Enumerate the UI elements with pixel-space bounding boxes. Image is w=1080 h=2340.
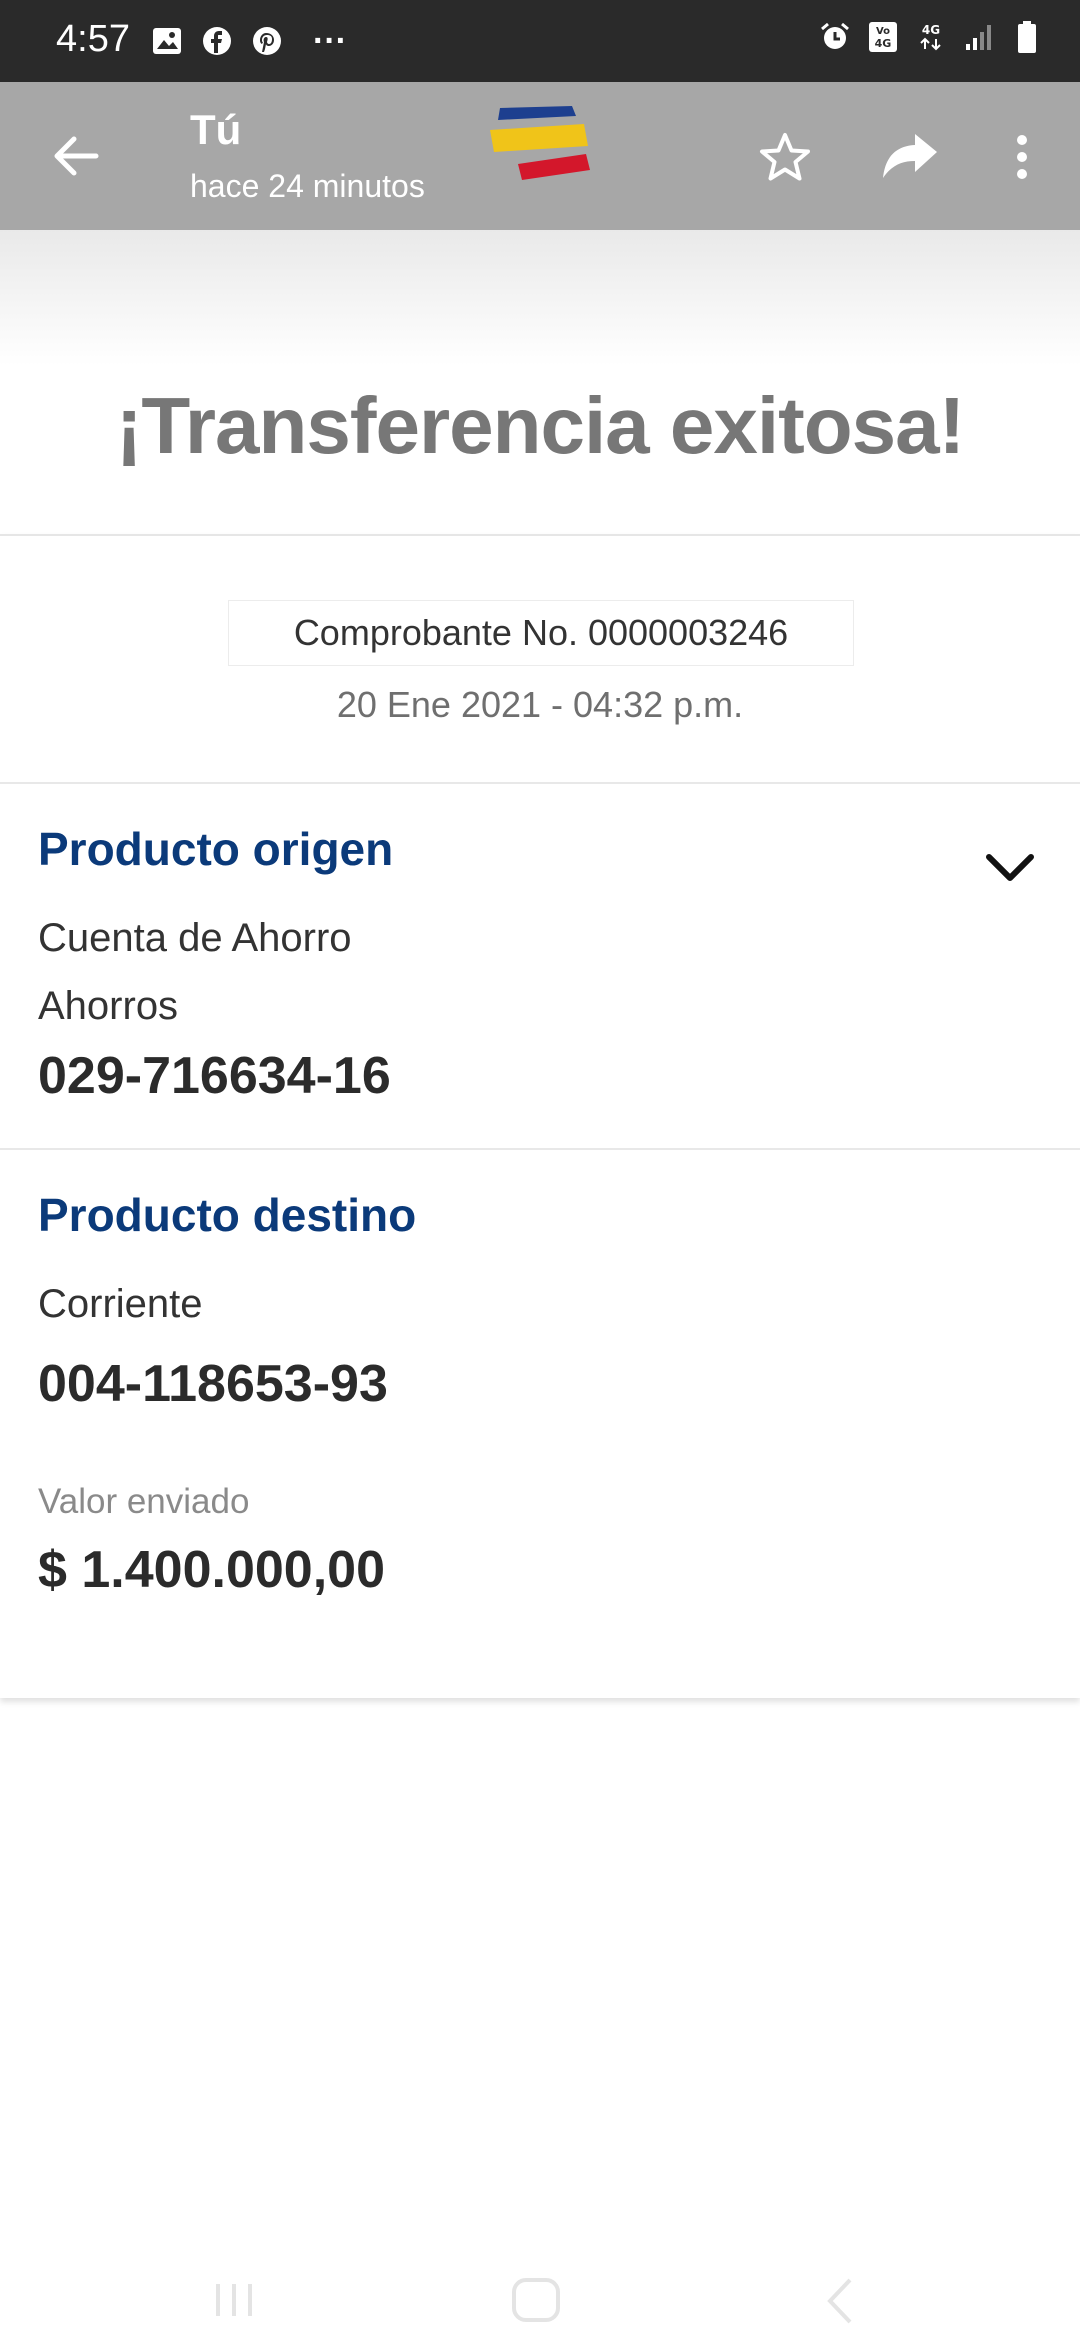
more-options-button[interactable] [1000, 124, 1044, 190]
svg-text:Vo: Vo [876, 26, 890, 37]
more-dots-icon: ··· [313, 21, 347, 60]
image-icon [150, 24, 184, 58]
forward-button[interactable] [874, 124, 946, 190]
divider [0, 1148, 1080, 1150]
success-title: ¡Transferencia exitosa! [115, 381, 965, 470]
battery-icon [1010, 20, 1044, 54]
receipt-number: Comprobante No. 0000003246 [228, 600, 854, 666]
destination-section-title: Producto destino [38, 1189, 417, 1241]
arrow-left-icon [54, 136, 99, 176]
alarm-icon [818, 20, 852, 54]
system-back-button[interactable] [820, 2276, 860, 2326]
destination-account-number: 004-118653-93 [38, 1355, 388, 1413]
sender-name: Tú [190, 106, 242, 153]
vertical-dots-icon [1017, 135, 1027, 179]
system-nav-bar [0, 2240, 1080, 2340]
status-time: 4:57 [56, 18, 130, 60]
svg-text:4G: 4G [875, 37, 892, 50]
volte-icon: Vo 4G [866, 20, 900, 54]
collapse-origin-button[interactable] [980, 838, 1040, 898]
svg-text:4G: 4G [922, 23, 940, 37]
destination-account-type: Corriente [38, 1282, 203, 1326]
sent-time-ago: hace 24 minutos [190, 168, 425, 204]
signal-icon [962, 20, 996, 54]
sender-info: Tú hace 24 minutos [190, 106, 425, 205]
success-banner: ¡Transferencia exitosa! [0, 230, 1080, 532]
amount-value: $ 1.400.000,00 [38, 1541, 385, 1599]
pinterest-icon [250, 24, 284, 58]
star-button[interactable] [752, 124, 818, 190]
divider [0, 782, 1080, 784]
origin-section-title: Producto origen [38, 823, 394, 875]
forward-arrow-icon [883, 134, 937, 178]
recent-apps-button[interactable] [210, 2280, 260, 2320]
email-app-bar: Tú hace 24 minutos [0, 82, 1080, 230]
star-outline-icon [760, 133, 810, 181]
origin-account-number: 029-716634-16 [38, 1047, 391, 1105]
4g-icon: 4G [914, 20, 948, 54]
facebook-icon [200, 24, 234, 58]
home-button[interactable] [512, 2278, 560, 2322]
amount-label: Valor enviado [38, 1482, 250, 1521]
status-icons-left: ··· [150, 21, 360, 60]
receipt-date: 20 Ene 2021 - 04:32 p.m. [336, 684, 744, 725]
origin-account-subtype: Ahorros [38, 984, 179, 1028]
bank-logo-icon [490, 106, 590, 180]
status-icons-right: Vo 4G 4G [818, 20, 1044, 54]
back-button[interactable] [40, 120, 112, 192]
status-bar: 4:57 ··· Vo 4G 4G [0, 0, 1080, 82]
origin-account-type: Cuenta de Ahorro [38, 916, 352, 960]
chevron-down-icon [986, 854, 1034, 881]
receipt-card: Comprobante No. 0000003246 20 Ene 2021 -… [0, 534, 1080, 1698]
